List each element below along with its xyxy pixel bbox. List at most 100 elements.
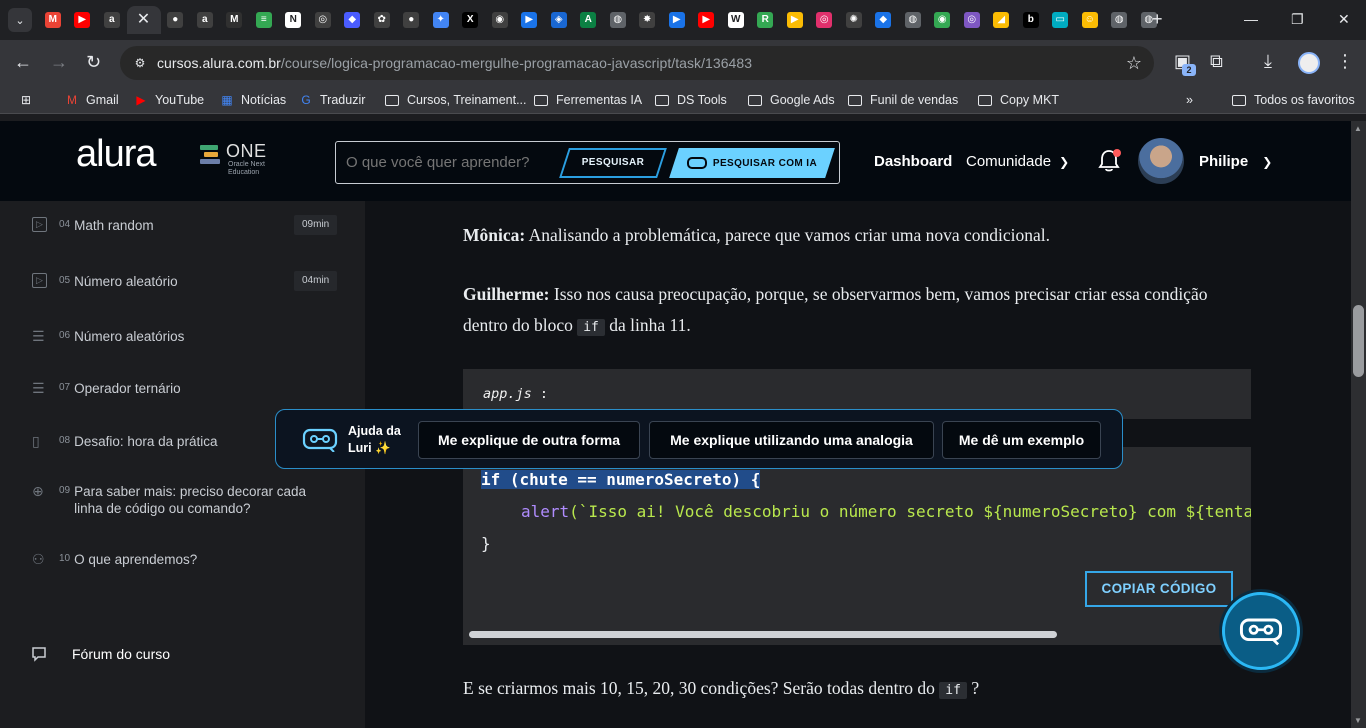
close-window-icon[interactable]: ✕ [1338,12,1350,26]
browser-tab[interactable]: W [721,6,751,34]
address-bar[interactable]: ⚙ cursos.alura.com.br/course/logica-prog… [120,46,1154,80]
new-tab-icon[interactable]: + [1152,10,1163,28]
nav-community-label: Comunidade [966,153,1052,170]
lesson-item[interactable]: ☰ 06 Número aleatórios [32,328,184,345]
browser-tab[interactable]: a [190,6,220,34]
scroll-up-icon[interactable]: ▲ [1354,124,1362,133]
browser-tab[interactable]: a [97,6,127,34]
search-input[interactable] [346,154,566,171]
browser-tab[interactable]: ◍ [603,6,633,34]
browser-tab[interactable]: ● [397,6,427,34]
bookmark-item[interactable]: Google Ads [748,92,835,108]
all-bookmarks[interactable]: Todos os favoritos [1232,92,1355,108]
browser-tab[interactable]: ☺ [1075,6,1105,34]
code-block[interactable]: if (chute == numeroSecreto) { alert(`Iss… [463,447,1251,645]
bookmark-item[interactable]: Copy MKT [978,92,1059,108]
forum-link[interactable]: Fórum do curso [32,646,170,662]
explain-analogy-button[interactable]: Me explique utilizando uma analogia [649,421,934,459]
luri-help-bar: Ajuda da Luri ✨ Me explique de outra form… [275,409,1123,469]
bookmark-item[interactable]: DS Tools [655,92,727,108]
browser-tab[interactable]: ◍ [898,6,928,34]
profile-icon[interactable] [1298,52,1320,74]
give-example-button[interactable]: Me dê um exemplo [942,421,1101,459]
code-horizontal-scrollbar[interactable] [469,631,1057,638]
browser-tab[interactable]: ✦ [426,6,456,34]
user-menu[interactable]: Philipe ❯ [1199,153,1272,170]
app-icon: ▭ [1052,12,1069,28]
browser-tab[interactable]: ▶ [68,6,98,34]
bookmark-star-icon[interactable]: ☆ [1126,53,1142,74]
lesson-item[interactable]: ▯ 08 Desafio: hora da prática [32,433,217,450]
url-text[interactable]: cursos.alura.com.br/course/logica-progra… [157,55,752,71]
luri-fab-button[interactable] [1222,592,1300,670]
browser-tab[interactable]: M [38,6,68,34]
bookmark-item[interactable]: M Gmail [64,92,119,108]
browser-tab[interactable]: ▶ [515,6,545,34]
folder-icon [534,94,548,106]
browser-tab[interactable]: ◈ [544,6,574,34]
browser-tab[interactable]: ▶ [662,6,692,34]
search-ai-button[interactable]: PESQUISAR COM IA [669,148,835,178]
menu-icon[interactable]: ⋮ [1336,52,1354,70]
browser-tab[interactable]: ◎ [957,6,987,34]
lesson-item[interactable]: ⊕ 09 Para saber mais: preciso decorar cada… [32,483,314,517]
browser-tab[interactable]: ◉ [928,6,958,34]
lesson-item[interactable]: ⚇ 10 O que aprendemos? [32,551,197,568]
explain-other-way-button[interactable]: Me explique de outra forma [418,421,640,459]
bookmark-item[interactable]: ▦ Notícias [219,92,286,108]
browser-tab[interactable]: M [220,6,250,34]
browser-tab[interactable]: ◎ [308,6,338,34]
forward-icon[interactable]: → [50,53,68,71]
user-name: Philipe [1199,153,1249,170]
bookmark-item[interactable]: G Traduzir [298,92,365,108]
bookmark-item[interactable]: Cursos, Treinament... [385,92,527,108]
bookmark-item[interactable]: Ferrementas IA [534,92,642,108]
restore-icon[interactable]: ❐ [1291,12,1304,26]
back-icon[interactable]: ← [14,53,32,71]
browser-tab[interactable]: ◢ [987,6,1017,34]
minimize-icon[interactable]: — [1244,12,1258,26]
more-bookmarks-icon[interactable]: » [1186,92,1193,108]
browser-tab[interactable]: ▶ [692,6,722,34]
tab-active[interactable]: ✕ [126,6,161,34]
download-icon[interactable]: ⤓ [1264,52,1272,70]
lesson-title: Math random [74,218,154,233]
browser-tab[interactable]: ▶ [780,6,810,34]
site-settings-icon[interactable]: ⚙ [132,55,148,71]
nav-community[interactable]: Comunidade ❯ [966,153,1069,170]
browser-tab[interactable]: R [751,6,781,34]
alura-logo[interactable]: alura [76,133,156,176]
bookmark-item[interactable]: Funil de vendas [848,92,958,108]
bookmark-item[interactable]: ▶ YouTube [133,92,204,108]
browser-tab[interactable]: A [574,6,604,34]
nav-dashboard[interactable]: Dashboard [874,153,952,170]
lesson-item[interactable]: ☰ 07 Operador ternário [32,380,181,397]
browser-tab[interactable]: ▭ [1046,6,1076,34]
page-scrollbar[interactable] [1351,121,1366,728]
browser-tab[interactable]: ✺ [839,6,869,34]
browser-tab[interactable]: b [1016,6,1046,34]
browser-tab[interactable]: ◎ [810,6,840,34]
reload-icon[interactable]: ↻ [86,53,101,71]
search-button[interactable]: PESQUISAR [559,148,667,178]
browser-tab[interactable]: ◉ [485,6,515,34]
scroll-down-icon[interactable]: ▼ [1354,716,1362,725]
browser-tab[interactable]: ✿ [367,6,397,34]
page-scrollbar-thumb[interactable] [1353,305,1364,377]
browser-tab[interactable]: ≡ [249,6,279,34]
browser-tab[interactable]: ● [161,6,191,34]
apps-icon[interactable]: ⊞ [18,92,40,108]
close-icon[interactable]: ✕ [136,12,152,28]
lesson-item[interactable]: ▷ 05 Número aleatório [32,273,178,290]
browser-tab[interactable]: N [279,6,309,34]
puzzle-icon[interactable]: ⧉ [1210,52,1223,70]
browser-tab[interactable]: ◆ [869,6,899,34]
browser-tab[interactable]: X [456,6,486,34]
browser-tab[interactable]: ◆ [338,6,368,34]
browser-tab[interactable]: ✸ [633,6,663,34]
browser-tab[interactable]: ◍ [1105,6,1135,34]
lesson-item[interactable]: ▷ 04 Math random [32,217,154,234]
avatar[interactable] [1138,138,1184,184]
copy-code-button[interactable]: COPIAR CÓDIGO [1085,571,1233,607]
tab-search-icon[interactable]: ⌄ [8,8,32,32]
